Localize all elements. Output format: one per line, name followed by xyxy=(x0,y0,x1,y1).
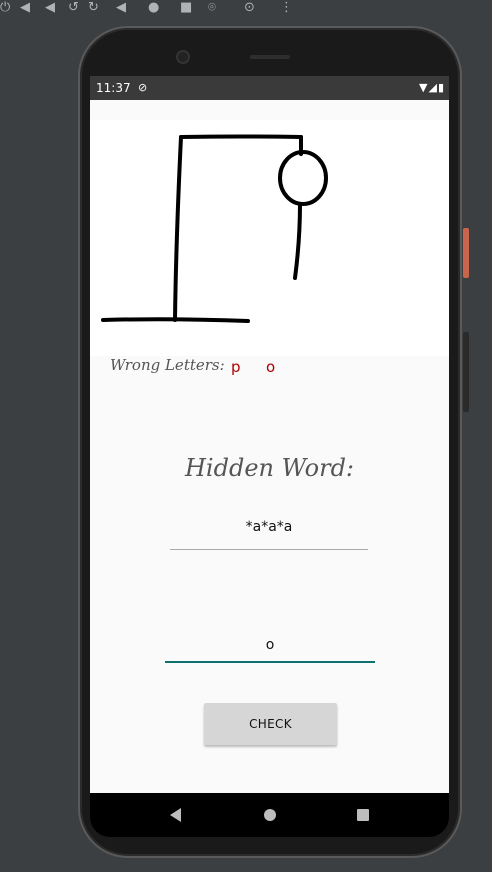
status-icons: ▼◢▮ xyxy=(419,76,445,100)
rotate-left-icon[interactable]: ↺ xyxy=(68,0,79,16)
hangman-drawing xyxy=(90,120,449,356)
gallows-beam xyxy=(179,134,303,139)
nav-back-icon[interactable] xyxy=(170,808,181,822)
status-bar: 11:37 ⊘ ▼◢▮ xyxy=(90,76,449,100)
hidden-word-title: Hidden Word: xyxy=(184,454,355,482)
screenshot-icon[interactable]: ⌾ xyxy=(208,0,216,16)
gallows-pole xyxy=(173,135,183,322)
hangman-body xyxy=(293,202,302,280)
power-icon[interactable]: ⏻ xyxy=(0,0,10,16)
nav-recents-icon[interactable] xyxy=(357,809,369,821)
status-time: 11:37 xyxy=(96,81,131,95)
front-camera xyxy=(176,50,190,64)
home-icon[interactable]: ● xyxy=(148,0,159,16)
wrong-letter: o xyxy=(266,358,276,376)
hangman-head xyxy=(278,150,328,206)
emulator-bottom-strip xyxy=(0,862,492,872)
hidden-word-value: *a*a*a xyxy=(245,519,293,535)
rotate-right-icon[interactable]: ↻ xyxy=(88,0,99,16)
emulator-toolbar: ⏻ ◀ ◀ ↺ ↻ ◀ ● ■ ⌾ ⊙ ⋮ xyxy=(0,0,492,18)
signal-icon: ◢ xyxy=(428,81,438,94)
battery-icon: ▮ xyxy=(437,81,445,94)
volume-up-icon[interactable]: ◀ xyxy=(20,0,30,16)
hidden-word-underline xyxy=(170,549,368,550)
wrong-letter: p xyxy=(231,358,241,376)
check-button[interactable]: CHECK xyxy=(204,703,337,745)
power-side-button[interactable] xyxy=(463,228,469,278)
volume-down-icon[interactable]: ◀ xyxy=(45,0,55,16)
earpiece-speaker xyxy=(250,55,290,59)
back-icon[interactable]: ◀ xyxy=(116,0,126,16)
nav-home-icon[interactable] xyxy=(264,809,276,821)
wrong-letters-label: Wrong Letters: xyxy=(110,356,225,374)
overview-icon[interactable]: ■ xyxy=(180,0,192,16)
zoom-icon[interactable]: ⊙ xyxy=(244,0,255,16)
guess-input[interactable] xyxy=(165,629,375,663)
more-icon[interactable]: ⋮ xyxy=(280,0,293,16)
sync-icon: ⊘ xyxy=(138,81,148,94)
navigation-bar xyxy=(90,793,449,837)
app-screen: 11:37 ⊘ ▼◢▮ Wrong Letters: p o Hidden Wo… xyxy=(90,76,449,793)
volume-side-button[interactable] xyxy=(463,332,469,412)
